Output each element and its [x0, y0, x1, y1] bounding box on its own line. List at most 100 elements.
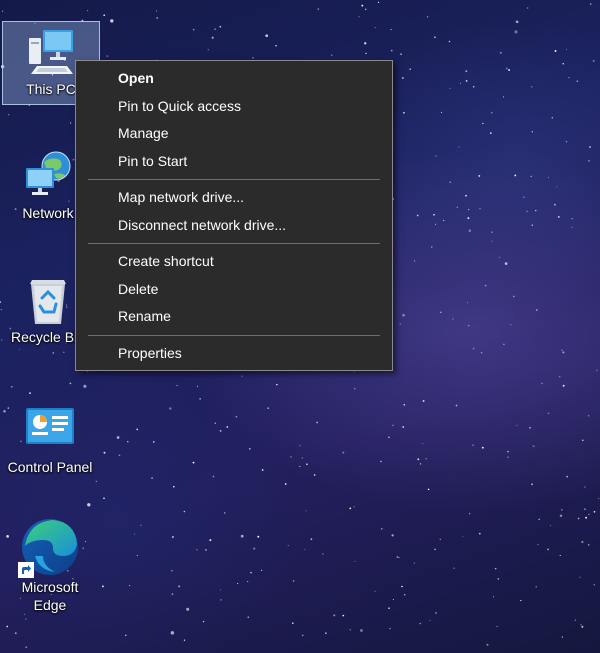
- star: [562, 384, 565, 387]
- menu-separator: [88, 334, 380, 336]
- menu-item-map-network-drive[interactable]: Map network drive...: [76, 184, 392, 212]
- star: [472, 347, 475, 350]
- star: [292, 580, 295, 582]
- star: [390, 28, 392, 31]
- star: [433, 213, 435, 216]
- star: [192, 461, 195, 464]
- star: [593, 510, 596, 513]
- star: [257, 535, 260, 538]
- star: [439, 538, 441, 540]
- star: [374, 590, 376, 592]
- star: [496, 626, 498, 628]
- star: [547, 412, 550, 415]
- star: [127, 441, 129, 443]
- menu-item-manage[interactable]: Manage: [76, 120, 392, 148]
- star: [276, 383, 278, 386]
- star: [186, 607, 190, 611]
- star: [434, 548, 436, 551]
- star: [562, 62, 565, 65]
- star: [499, 51, 502, 54]
- star: [440, 111, 443, 113]
- star: [223, 512, 226, 514]
- star: [156, 17, 159, 19]
- star: [560, 508, 563, 511]
- star: [512, 295, 515, 298]
- menu-item-properties[interactable]: Properties: [76, 340, 392, 368]
- star: [14, 632, 17, 635]
- star: [531, 224, 534, 226]
- star: [565, 48, 568, 50]
- desktop[interactable]: This PC Network Recycle Bin Control Pane…: [0, 0, 600, 653]
- star: [171, 593, 174, 595]
- star: [565, 140, 568, 143]
- star: [431, 246, 433, 248]
- star: [520, 599, 522, 602]
- star: [399, 323, 402, 325]
- star: [83, 384, 87, 388]
- star: [183, 639, 186, 641]
- desktop-icon-microsoft-edge[interactable]: Microsoft Edge: [2, 516, 98, 620]
- star: [499, 256, 501, 258]
- star: [292, 622, 294, 624]
- star: [479, 208, 481, 210]
- star: [349, 629, 352, 631]
- menu-item-open[interactable]: Open: [76, 65, 392, 93]
- menu-item-pin-to-start[interactable]: Pin to Start: [76, 148, 392, 176]
- star: [480, 351, 483, 354]
- star: [212, 475, 215, 478]
- star: [596, 369, 598, 371]
- star: [559, 514, 563, 518]
- star: [396, 556, 399, 558]
- star: [103, 451, 106, 454]
- menu-item-rename[interactable]: Rename: [76, 303, 392, 331]
- star: [535, 209, 537, 212]
- star: [290, 456, 292, 458]
- star: [349, 507, 352, 510]
- star: [514, 30, 518, 34]
- desktop-icon-control-panel[interactable]: Control Panel: [2, 402, 98, 484]
- star: [489, 132, 492, 134]
- star: [458, 146, 460, 148]
- star: [333, 614, 336, 617]
- star: [491, 112, 493, 114]
- menu-item-pin-to-quick-access[interactable]: Pin to Quick access: [76, 93, 392, 121]
- menu-item-delete[interactable]: Delete: [76, 276, 392, 304]
- star: [427, 488, 430, 491]
- menu-item-disconnect-network-drive[interactable]: Disconnect network drive...: [76, 212, 392, 240]
- star: [425, 458, 427, 460]
- star: [220, 599, 222, 601]
- star: [196, 385, 199, 387]
- desktop-icon-label-line1: Microsoft: [21, 579, 79, 595]
- star: [422, 400, 425, 402]
- star: [313, 474, 316, 476]
- star: [529, 427, 531, 429]
- star: [516, 424, 518, 427]
- star: [559, 376, 561, 378]
- star: [247, 616, 250, 619]
- star: [468, 229, 472, 233]
- star: [547, 548, 549, 551]
- star: [118, 454, 121, 457]
- star: [400, 53, 403, 56]
- star: [551, 116, 554, 119]
- star: [574, 619, 577, 621]
- star: [87, 10, 89, 12]
- star: [433, 36, 436, 39]
- star: [449, 181, 452, 183]
- star: [568, 77, 570, 79]
- star: [547, 177, 550, 179]
- star: [211, 36, 214, 39]
- star: [103, 14, 106, 17]
- star: [566, 475, 569, 478]
- star: [235, 415, 238, 418]
- star: [301, 634, 304, 637]
- star: [465, 70, 468, 73]
- menu-item-create-shortcut[interactable]: Create shortcut: [76, 248, 392, 276]
- star: [576, 80, 579, 83]
- star: [249, 448, 251, 450]
- star: [170, 631, 175, 635]
- star: [497, 578, 500, 580]
- star: [219, 25, 222, 28]
- star: [537, 544, 539, 546]
- star: [250, 571, 252, 574]
